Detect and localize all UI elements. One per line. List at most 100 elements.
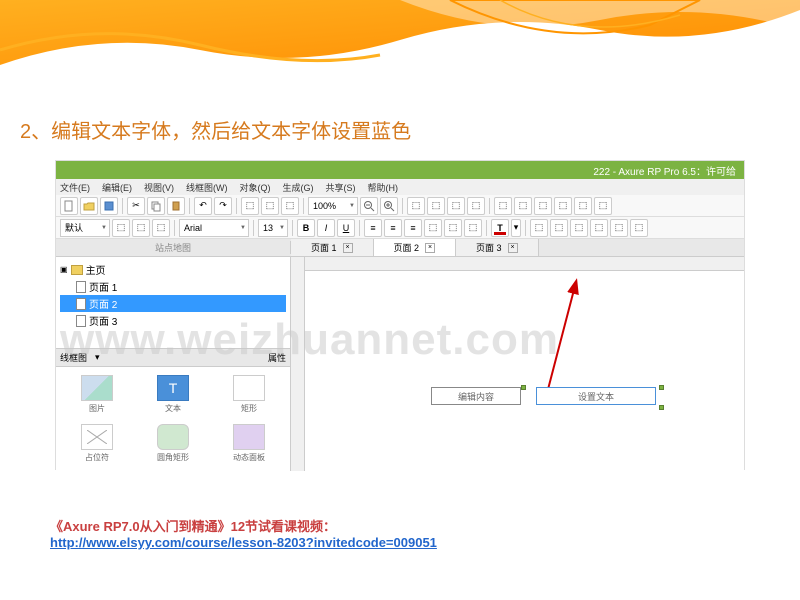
menu-generate[interactable]: 生成(G) xyxy=(283,181,314,194)
tool-button[interactable]: ⬚ xyxy=(241,197,259,215)
bold-button[interactable]: B xyxy=(297,219,315,237)
widget-placeholder[interactable]: 占位符 xyxy=(64,424,130,463)
redo-button[interactable]: ↷ xyxy=(214,197,232,215)
tool-button[interactable]: ⬚ xyxy=(594,197,612,215)
tool-button[interactable]: ⬚ xyxy=(132,219,150,237)
separator xyxy=(292,220,293,236)
ruler-vertical xyxy=(291,257,305,471)
menu-wireframe[interactable]: 线框图(W) xyxy=(186,181,228,194)
resize-handle[interactable] xyxy=(659,385,664,390)
canvas-textfield-2[interactable]: 设置文本 xyxy=(536,387,656,405)
align-left-button[interactable]: ≡ xyxy=(364,219,382,237)
menu-share[interactable]: 共享(S) xyxy=(326,181,356,194)
tree-page2[interactable]: 页面 2 xyxy=(60,295,286,312)
folder-icon xyxy=(71,265,83,275)
font-color-dropdown[interactable]: ▾ xyxy=(511,219,521,237)
placeholder-icon xyxy=(81,424,113,450)
separator xyxy=(174,220,175,236)
widgets-tab-properties[interactable]: 属性 xyxy=(268,351,286,364)
widget-rect[interactable]: 矩形 xyxy=(216,375,282,414)
tab-page3[interactable]: 页面 3× xyxy=(456,239,539,256)
tool-button[interactable]: ⬚ xyxy=(152,219,170,237)
tool-button[interactable]: ⬚ xyxy=(574,197,592,215)
footer: 《Axure RP7.0从入门到精通》12节试看课视频： http://www.… xyxy=(50,516,437,550)
workspace: ▣ 主页 页面 1 页面 2 页面 3 xyxy=(56,257,744,471)
open-button[interactable] xyxy=(80,197,98,215)
tool-button[interactable]: ⬚ xyxy=(281,197,299,215)
separator xyxy=(236,198,237,214)
canvas[interactable]: 编辑内容 设置文本 xyxy=(291,257,744,471)
tab-page2[interactable]: 页面 2× xyxy=(374,239,457,256)
menu-edit[interactable]: 编辑(E) xyxy=(102,181,132,194)
document-tabs: 站点地图 页面 1× 页面 2× 页面 3× xyxy=(56,239,744,257)
tool-button[interactable]: ⬚ xyxy=(590,219,608,237)
canvas-textfield-1[interactable]: 编辑内容 xyxy=(431,387,521,405)
widget-dynamic[interactable]: 动态面板 xyxy=(216,424,282,463)
separator xyxy=(402,198,403,214)
separator xyxy=(253,220,254,236)
tool-button[interactable]: ⬚ xyxy=(112,219,130,237)
tool-button[interactable]: ⬚ xyxy=(447,197,465,215)
widgets-tab-wireframe[interactable]: 线框图 xyxy=(60,351,87,364)
separator xyxy=(489,198,490,214)
tool-button[interactable]: ⬚ xyxy=(467,197,485,215)
style-select[interactable]: 默认 xyxy=(60,219,110,237)
widget-image[interactable]: 图片 xyxy=(64,375,130,414)
align-right-button[interactable]: ≡ xyxy=(404,219,422,237)
widget-text[interactable]: T文本 xyxy=(140,375,206,414)
align-top-button[interactable]: ⬚ xyxy=(424,219,442,237)
save-button[interactable] xyxy=(100,197,118,215)
tool-button[interactable]: ⬚ xyxy=(570,219,588,237)
page-icon xyxy=(76,281,86,293)
tool-button[interactable]: ⬚ xyxy=(261,197,279,215)
underline-button[interactable]: U xyxy=(337,219,355,237)
tree-page1[interactable]: 页面 1 xyxy=(60,278,286,295)
tool-button[interactable]: ⬚ xyxy=(610,219,628,237)
paste-button[interactable] xyxy=(167,197,185,215)
font-family-select[interactable]: Arial xyxy=(179,219,249,237)
resize-handle[interactable] xyxy=(521,385,526,390)
font-color-button[interactable]: T xyxy=(491,219,509,237)
sitemap-tree: ▣ 主页 页面 1 页面 2 页面 3 xyxy=(56,257,290,348)
sidebar-header: 站点地图 xyxy=(56,241,291,254)
tool-button[interactable]: ⬚ xyxy=(407,197,425,215)
new-button[interactable] xyxy=(60,197,78,215)
menu-view[interactable]: 视图(V) xyxy=(144,181,174,194)
menu-object[interactable]: 对象(Q) xyxy=(240,181,271,194)
menu-file[interactable]: 文件(E) xyxy=(60,181,90,194)
tree-root[interactable]: ▣ 主页 xyxy=(60,261,286,278)
tool-button[interactable]: ⬚ xyxy=(427,197,445,215)
font-size-select[interactable]: 13 xyxy=(258,219,288,237)
tool-button[interactable]: ⬚ xyxy=(530,219,548,237)
align-center-button[interactable]: ≡ xyxy=(384,219,402,237)
tab-page1[interactable]: 页面 1× xyxy=(291,239,374,256)
separator xyxy=(359,220,360,236)
tool-button[interactable]: ⬚ xyxy=(550,219,568,237)
tool-button[interactable]: ⬚ xyxy=(514,197,532,215)
tool-button[interactable]: ⬚ xyxy=(534,197,552,215)
widget-rounded[interactable]: 圆角矩形 xyxy=(140,424,206,463)
align-middle-button[interactable]: ⬚ xyxy=(444,219,462,237)
tool-button[interactable]: ⬚ xyxy=(630,219,648,237)
footer-link[interactable]: http://www.elsyy.com/course/lesson-8203?… xyxy=(50,535,437,550)
tree-page3[interactable]: 页面 3 xyxy=(60,312,286,329)
axure-screenshot: 222 - Axure RP Pro 6.5：许可给 文件(E) 编辑(E) 视… xyxy=(55,160,745,470)
cut-button[interactable]: ✂ xyxy=(127,197,145,215)
close-icon[interactable]: × xyxy=(508,243,518,253)
close-icon[interactable]: × xyxy=(343,243,353,253)
zoom-select[interactable]: 100% xyxy=(308,197,358,215)
resize-handle[interactable] xyxy=(659,405,664,410)
zoom-out-button[interactable] xyxy=(360,197,378,215)
tool-button[interactable]: ⬚ xyxy=(554,197,572,215)
close-icon[interactable]: × xyxy=(425,243,435,253)
italic-button[interactable]: I xyxy=(317,219,335,237)
menu-help[interactable]: 帮助(H) xyxy=(368,181,399,194)
footer-title: 《Axure RP7.0从入门到精通》12节试看课视频： xyxy=(50,516,437,535)
zoom-in-button[interactable] xyxy=(380,197,398,215)
align-bottom-button[interactable]: ⬚ xyxy=(464,219,482,237)
copy-button[interactable] xyxy=(147,197,165,215)
page-icon xyxy=(76,315,86,327)
decorative-header xyxy=(0,0,800,90)
tool-button[interactable]: ⬚ xyxy=(494,197,512,215)
undo-button[interactable]: ↶ xyxy=(194,197,212,215)
